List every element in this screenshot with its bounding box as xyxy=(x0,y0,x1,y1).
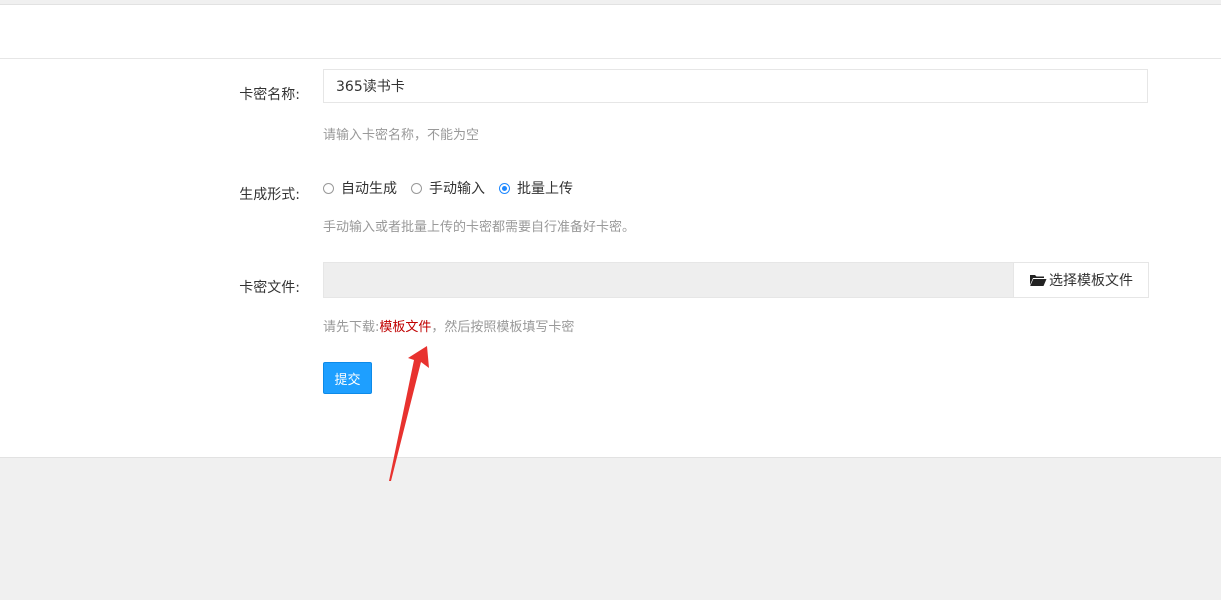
choose-template-file-button[interactable]: 选择模板文件 xyxy=(1013,263,1148,297)
choose-template-file-label: 选择模板文件 xyxy=(1049,273,1133,289)
card-name-input[interactable] xyxy=(323,69,1148,103)
file-path-field[interactable]: 选择模板文件 xyxy=(323,262,1149,298)
card-file-label: 卡密文件: xyxy=(239,280,300,296)
radio-batch-upload[interactable]: 批量上传 xyxy=(499,178,573,198)
generate-mode-hint: 手动输入或者批量上传的卡密都需要自行准备好卡密。 xyxy=(323,220,636,235)
submit-button[interactable]: 提交 xyxy=(323,362,372,394)
panel-header xyxy=(0,5,1221,59)
card-file-hint: 请先下载:模板文件，然后按照模板填写卡密 xyxy=(323,316,574,335)
card-name-hint: 请输入卡密名称，不能为空 xyxy=(323,128,480,143)
radio-button-selected[interactable] xyxy=(499,182,510,194)
template-file-link[interactable]: 模板文件 xyxy=(379,320,431,335)
generate-mode-radio-group: 自动生成 手动输入 批量上传 xyxy=(323,178,587,198)
radio-auto-generate[interactable]: 自动生成 xyxy=(323,178,397,198)
hint-suffix: ，然后按照模板填写卡密 xyxy=(431,320,575,335)
card-name-label: 卡密名称: xyxy=(239,87,300,103)
radio-button[interactable] xyxy=(411,182,422,194)
folder-open-icon xyxy=(1030,275,1047,286)
radio-button[interactable] xyxy=(323,182,334,194)
hint-prefix: 请先下载: xyxy=(323,320,380,335)
radio-label: 批量上传 xyxy=(517,181,573,197)
generate-mode-label: 生成形式: xyxy=(239,187,300,203)
radio-label: 手动输入 xyxy=(429,181,485,197)
radio-label: 自动生成 xyxy=(341,181,397,197)
radio-manual-input[interactable]: 手动输入 xyxy=(411,178,485,198)
